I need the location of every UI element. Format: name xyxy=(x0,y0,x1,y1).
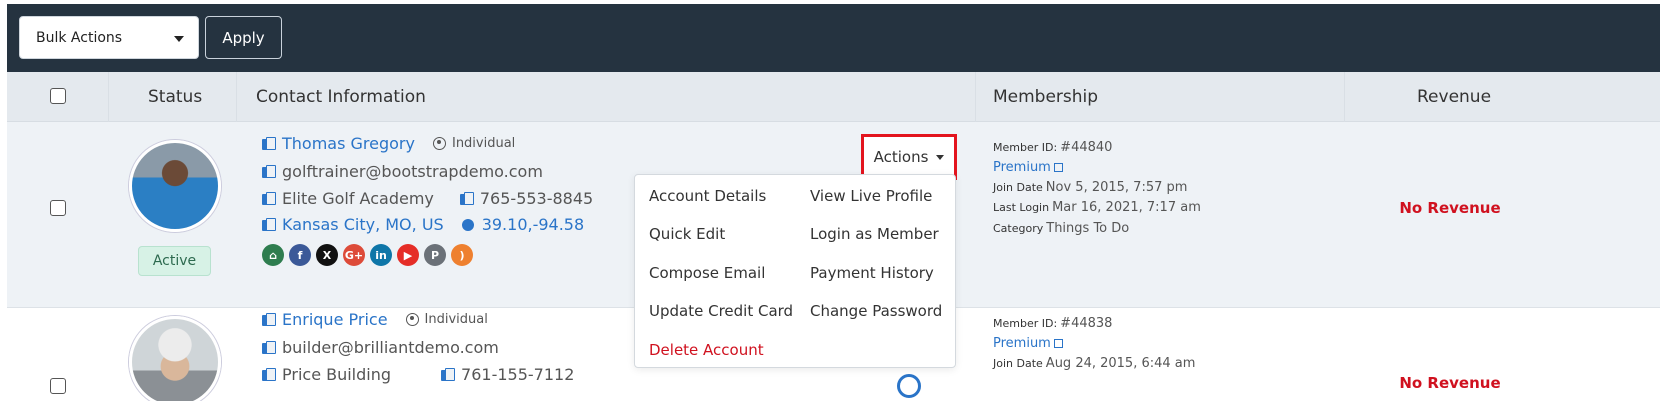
menu-item-quick-edit[interactable]: Quick Edit xyxy=(649,225,725,243)
contact-type: Individual xyxy=(451,136,516,151)
company-phone-line: Price Building 761-155-7112 xyxy=(262,365,574,384)
membership-plan[interactable]: Premium xyxy=(993,336,1063,351)
pinterest-icon[interactable]: P xyxy=(424,244,446,266)
copy-icon[interactable] xyxy=(262,164,276,179)
category: Category Things To Do xyxy=(993,221,1129,236)
linkedin-icon[interactable]: in xyxy=(370,244,392,266)
rss-icon[interactable]: ) xyxy=(451,244,473,266)
copy-icon[interactable] xyxy=(262,191,276,206)
category-label: Category xyxy=(993,222,1044,235)
header-membership[interactable]: Membership xyxy=(993,87,1098,107)
menu-item-login-as-member[interactable]: Login as Member xyxy=(810,225,939,243)
menu-item-account-details[interactable]: Account Details xyxy=(649,187,766,205)
menu-item-payment-history[interactable]: Payment History xyxy=(810,264,934,282)
contact-name-line: Thomas Gregory Individual xyxy=(262,134,515,153)
person-icon xyxy=(405,313,419,326)
facebook-icon[interactable]: f xyxy=(289,244,311,266)
menu-item-update-credit-card[interactable]: Update Credit Card xyxy=(649,302,793,320)
join-date-label: Join Date xyxy=(993,181,1043,194)
social-links: ⌂ f X G+ in ▶ P ) xyxy=(262,244,473,266)
menu-item-delete-account[interactable]: Delete Account xyxy=(649,341,764,359)
last-login-label: Last Login xyxy=(993,201,1050,214)
avatar[interactable] xyxy=(129,140,221,232)
row-checkbox[interactable] xyxy=(50,378,66,394)
phone-text: 765-553-8845 xyxy=(479,189,594,208)
email-text: builder@brilliantdemo.com xyxy=(282,338,499,357)
youtube-icon[interactable]: ▶ xyxy=(397,244,419,266)
join-date-value: Nov 5, 2015, 7:57 pm xyxy=(1045,180,1188,195)
member-id: Member ID: #44838 xyxy=(993,316,1112,331)
menu-item-compose-email[interactable]: Compose Email xyxy=(649,264,765,282)
company-text: Price Building xyxy=(282,365,392,384)
spinner-icon xyxy=(897,374,921,398)
member-id-value: #44840 xyxy=(1060,140,1113,155)
header-contact-information[interactable]: Contact Information xyxy=(256,87,426,107)
members-table-panel: Bulk Actions Apply Status Contact Inform… xyxy=(7,4,1660,401)
table-header: Status Contact Information Membership Re… xyxy=(7,72,1660,122)
location-link[interactable]: Kansas City, MO, US xyxy=(282,215,444,234)
category-value: Things To Do xyxy=(1046,221,1130,236)
apply-button[interactable]: Apply xyxy=(205,16,282,59)
membership-plan[interactable]: Premium xyxy=(993,160,1063,175)
copy-icon[interactable] xyxy=(262,312,276,327)
copy-icon[interactable] xyxy=(441,367,456,382)
header-status[interactable]: Status xyxy=(148,87,202,107)
join-date-label: Join Date xyxy=(993,357,1043,370)
x-icon[interactable]: X xyxy=(316,244,338,266)
copy-icon[interactable] xyxy=(262,340,276,355)
copy-icon[interactable] xyxy=(262,367,276,382)
external-link-icon xyxy=(1053,339,1063,348)
bulk-actions-label: Bulk Actions xyxy=(36,29,123,46)
email-text: golftrainer@bootstrapdemo.com xyxy=(282,162,543,181)
company-text: Elite Golf Academy xyxy=(282,189,434,208)
actions-dropdown-menu: Account Details View Live Profile Quick … xyxy=(634,174,956,368)
globe-icon xyxy=(461,218,474,231)
email-line: builder@brilliantdemo.com xyxy=(262,338,499,357)
avatar[interactable] xyxy=(129,316,221,401)
copy-icon[interactable] xyxy=(262,217,276,232)
contact-name-link[interactable]: Thomas Gregory xyxy=(282,134,415,153)
revenue-value: No Revenue xyxy=(1399,199,1501,217)
plan-link[interactable]: Premium xyxy=(993,160,1051,175)
copy-icon[interactable] xyxy=(459,191,474,206)
phone-text: 761-155-7112 xyxy=(461,365,575,384)
status-badge: Active xyxy=(138,246,211,276)
last-login-value: Mar 16, 2021, 7:17 am xyxy=(1052,200,1201,215)
select-all-checkbox[interactable] xyxy=(50,88,66,104)
chevron-down-icon xyxy=(936,154,945,160)
plan-link[interactable]: Premium xyxy=(993,336,1051,351)
menu-item-view-live-profile[interactable]: View Live Profile xyxy=(810,187,932,205)
company-phone-line: Elite Golf Academy 765-553-8845 xyxy=(262,189,593,208)
row-checkbox[interactable] xyxy=(50,200,66,216)
coordinates-link[interactable]: 39.10,-94.58 xyxy=(482,215,584,234)
chevron-down-icon xyxy=(174,36,184,42)
contact-name-link[interactable]: Enrique Price xyxy=(282,310,388,329)
copy-icon[interactable] xyxy=(262,136,276,151)
external-link-icon xyxy=(1053,163,1063,172)
member-id-value: #44838 xyxy=(1060,316,1113,331)
menu-item-change-password[interactable]: Change Password xyxy=(810,302,942,320)
member-id-label: Member ID: xyxy=(993,317,1058,330)
last-login: Last Login Mar 16, 2021, 7:17 am xyxy=(993,200,1201,215)
join-date: Join Date Nov 5, 2015, 7:57 pm xyxy=(993,180,1187,195)
google-plus-icon[interactable]: G+ xyxy=(343,244,365,266)
bulk-actions-select[interactable]: Bulk Actions xyxy=(19,16,199,59)
bulk-toolbar: Bulk Actions Apply xyxy=(7,4,1660,72)
contact-name-line: Enrique Price Individual xyxy=(262,310,488,329)
email-line: golftrainer@bootstrapdemo.com xyxy=(262,162,543,181)
location-line: Kansas City, MO, US 39.10,-94.58 xyxy=(262,215,584,234)
member-id-label: Member ID: xyxy=(993,141,1058,154)
join-date: Join Date Aug 24, 2015, 6:44 am xyxy=(993,356,1195,371)
revenue-value: No Revenue xyxy=(1399,374,1501,392)
home-icon[interactable]: ⌂ xyxy=(262,244,284,266)
member-id: Member ID: #44840 xyxy=(993,140,1112,155)
header-revenue[interactable]: Revenue xyxy=(1417,87,1491,107)
contact-type: Individual xyxy=(424,312,488,327)
person-icon xyxy=(432,137,446,150)
join-date-value: Aug 24, 2015, 6:44 am xyxy=(1045,356,1196,371)
actions-label: Actions xyxy=(873,148,929,166)
